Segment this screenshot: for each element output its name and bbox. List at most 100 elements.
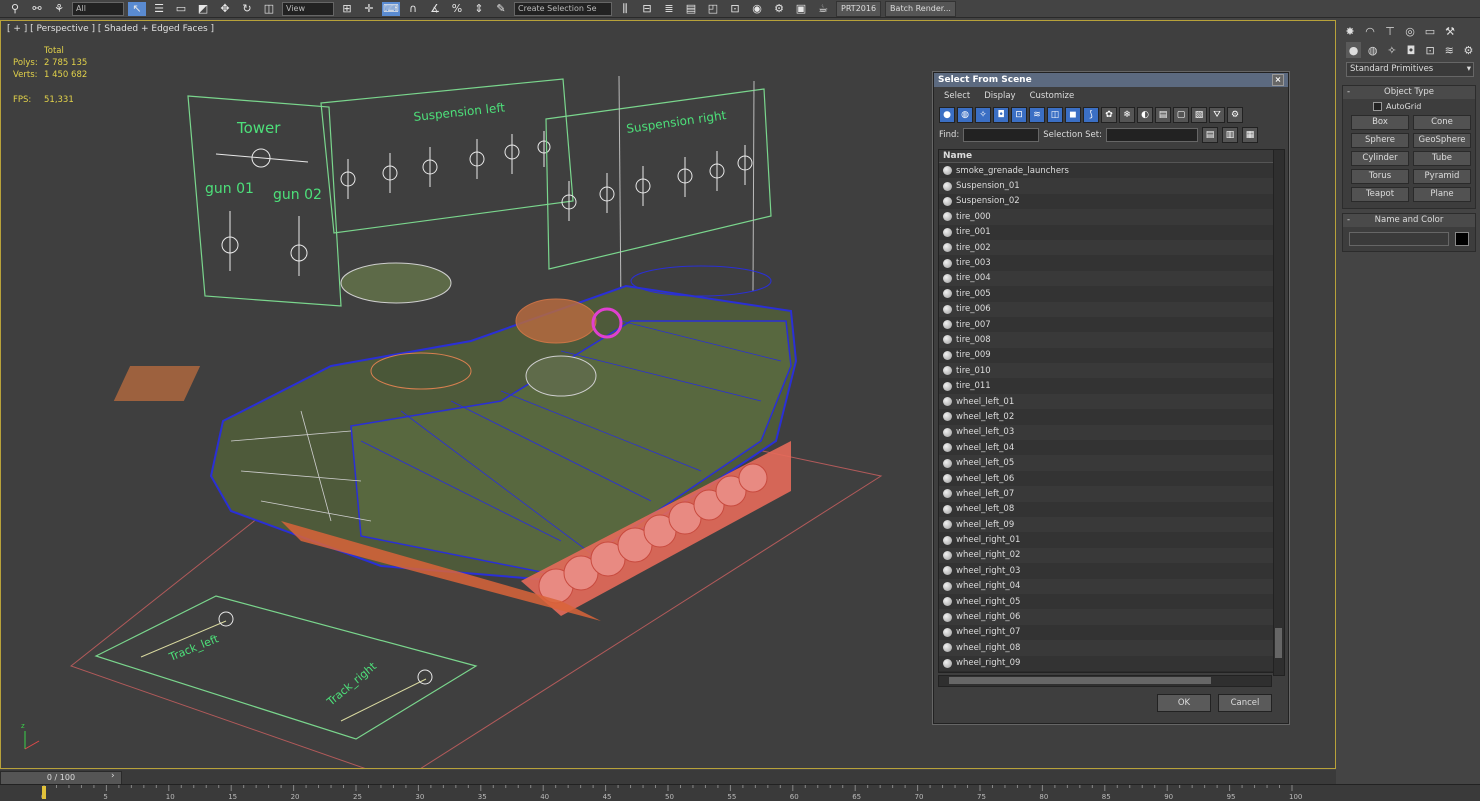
- xrefs-filter-icon[interactable]: ◼: [1065, 107, 1081, 123]
- list-item[interactable]: wheel_right_06: [939, 609, 1273, 625]
- list-item[interactable]: tire_010: [939, 363, 1273, 379]
- list-item[interactable]: wheel_left_04: [939, 440, 1273, 456]
- motion-tab-icon[interactable]: ◎: [1402, 23, 1418, 39]
- list-item[interactable]: tire_000: [939, 209, 1273, 225]
- lights-filter-icon[interactable]: ✧: [975, 107, 991, 123]
- shapes-category-icon[interactable]: ◍: [1365, 42, 1380, 58]
- geometry-category-icon[interactable]: ●: [1346, 42, 1362, 58]
- object-name-input[interactable]: [1349, 232, 1449, 246]
- spacewarps-category-icon[interactable]: ≋: [1442, 42, 1457, 58]
- percent-snap-icon[interactable]: %: [448, 2, 466, 16]
- list-item[interactable]: wheel_right_07: [939, 624, 1273, 641]
- region-select-icon[interactable]: ▭: [172, 2, 190, 16]
- lights-category-icon[interactable]: ✧: [1384, 42, 1399, 58]
- utilities-tab-icon[interactable]: ⚒: [1442, 23, 1458, 39]
- list-item[interactable]: wheel_left_03: [939, 424, 1273, 441]
- object-type-header[interactable]: - Object Type: [1343, 86, 1475, 99]
- viewport-label[interactable]: [ + ] [ Perspective ] [ Shaded + Edged F…: [7, 24, 214, 34]
- object-category-dropdown[interactable]: Standard Primitives ▾: [1346, 62, 1474, 77]
- list-item[interactable]: wheel_left_01: [939, 393, 1273, 410]
- torus-button[interactable]: Torus: [1351, 169, 1409, 184]
- list-item[interactable]: tire_009: [939, 347, 1273, 364]
- dialog-title-bar[interactable]: Select From Scene ×: [934, 73, 1288, 87]
- invert-display-icon[interactable]: ▧: [1191, 107, 1207, 123]
- material-editor-icon[interactable]: ◉: [748, 2, 766, 16]
- menu-select[interactable]: Select: [944, 91, 970, 101]
- cancel-button[interactable]: Cancel: [1218, 694, 1272, 712]
- link-icon[interactable]: ⚲: [6, 2, 24, 16]
- add-selection-set-icon[interactable]: ▤: [1201, 127, 1218, 143]
- hierarchy-tab-icon[interactable]: ⊤: [1382, 23, 1398, 39]
- snap-icon[interactable]: ∩: [404, 2, 422, 16]
- vertical-scroll-thumb[interactable]: [1275, 628, 1282, 658]
- angle-snap-icon[interactable]: ∡: [426, 2, 444, 16]
- filter-options-icon[interactable]: ⚙: [1227, 107, 1243, 123]
- cylinder-button[interactable]: Cylinder: [1351, 151, 1409, 166]
- name-color-header[interactable]: - Name and Color: [1343, 214, 1475, 227]
- list-item[interactable]: wheel_right_09: [939, 655, 1273, 671]
- unlink-icon[interactable]: ⚯: [28, 2, 46, 16]
- prt-button[interactable]: PRT2016: [836, 0, 882, 17]
- list-item[interactable]: tire_004: [939, 270, 1273, 287]
- list-item[interactable]: tire_003: [939, 255, 1273, 271]
- next-frame-icon[interactable]: ›: [111, 771, 115, 781]
- plane-button[interactable]: Plane: [1413, 187, 1471, 202]
- helpers-filter-icon[interactable]: ⊡: [1011, 107, 1027, 123]
- geometry-filter-icon[interactable]: ●: [939, 107, 955, 123]
- modify-tab-icon[interactable]: ◠: [1362, 23, 1378, 39]
- list-item[interactable]: smoke_grenade_launchers: [939, 163, 1273, 179]
- render-setup-icon[interactable]: ⚙: [770, 2, 788, 16]
- list-item[interactable]: tire_007: [939, 316, 1273, 333]
- pyramid-button[interactable]: Pyramid: [1413, 169, 1471, 184]
- list-item[interactable]: tire_008: [939, 332, 1273, 348]
- teapot-button[interactable]: Teapot: [1351, 187, 1409, 202]
- list-item[interactable]: wheel_left_02: [939, 409, 1273, 425]
- object-color-swatch[interactable]: [1455, 232, 1469, 246]
- pivot-icon[interactable]: ⊞: [338, 2, 356, 16]
- window-crossing-icon[interactable]: ◩: [194, 2, 212, 16]
- render-icon[interactable]: ☕: [814, 2, 832, 16]
- list-item[interactable]: tire_006: [939, 301, 1273, 317]
- geosphere-button[interactable]: GeoSphere: [1413, 133, 1471, 148]
- list-item[interactable]: wheel_right_01: [939, 532, 1273, 548]
- time-slider[interactable]: 0 / 100: [0, 771, 122, 785]
- cameras-category-icon[interactable]: ◘: [1403, 42, 1418, 58]
- list-item[interactable]: tire_005: [939, 286, 1273, 302]
- bones-filter-icon[interactable]: ⟆: [1083, 107, 1099, 123]
- schematic-view-icon[interactable]: ⊡: [726, 2, 744, 16]
- tube-button[interactable]: Tube: [1413, 151, 1471, 166]
- selection-filter-dropdown[interactable]: All: [72, 1, 124, 16]
- cameras-filter-icon[interactable]: ◘: [993, 107, 1009, 123]
- align-icon[interactable]: ⊟: [638, 2, 656, 16]
- display-all-icon[interactable]: ▤: [1155, 107, 1171, 123]
- display-none-icon[interactable]: ▢: [1173, 107, 1189, 123]
- list-item[interactable]: wheel_left_09: [939, 516, 1273, 533]
- reference-coordinate-dropdown[interactable]: View: [282, 1, 334, 16]
- box-button[interactable]: Box: [1351, 115, 1409, 130]
- ok-button[interactable]: OK: [1157, 694, 1211, 712]
- remove-selection-set-icon[interactable]: ▥: [1221, 127, 1238, 143]
- list-item[interactable]: wheel_right_05: [939, 593, 1273, 610]
- list-item[interactable]: wheel_left_05: [939, 455, 1273, 471]
- vertical-scrollbar[interactable]: [1273, 149, 1285, 676]
- spinner-snap-icon[interactable]: ⇕: [470, 2, 488, 16]
- shapes-filter-icon[interactable]: ◍: [957, 107, 973, 123]
- horizontal-scroll-thumb[interactable]: [949, 677, 1211, 684]
- curve-editor-icon[interactable]: ◰: [704, 2, 722, 16]
- time-slider-bar[interactable]: 0 / 100 ›: [0, 770, 1336, 785]
- list-item[interactable]: Suspension_02: [939, 193, 1273, 210]
- edit-selection-set-icon[interactable]: ▦: [1241, 127, 1258, 143]
- list-item[interactable]: wheel_left_08: [939, 501, 1273, 517]
- edit-named-sets-icon[interactable]: ✎: [492, 2, 510, 16]
- list-item[interactable]: wheel_left_07: [939, 486, 1273, 502]
- named-selection-dropdown[interactable]: Create Selection Se: [514, 1, 612, 16]
- find-input[interactable]: [963, 128, 1040, 142]
- systems-category-icon[interactable]: ⚙: [1461, 42, 1476, 58]
- list-item[interactable]: tire_001: [939, 224, 1273, 240]
- display-tab-icon[interactable]: ▭: [1422, 23, 1438, 39]
- close-icon[interactable]: ×: [1272, 74, 1284, 86]
- list-item[interactable]: wheel_right_02: [939, 547, 1273, 564]
- menu-display[interactable]: Display: [984, 91, 1015, 101]
- scale-icon[interactable]: ◫: [260, 2, 278, 16]
- mirror-icon[interactable]: ⫼: [616, 2, 634, 16]
